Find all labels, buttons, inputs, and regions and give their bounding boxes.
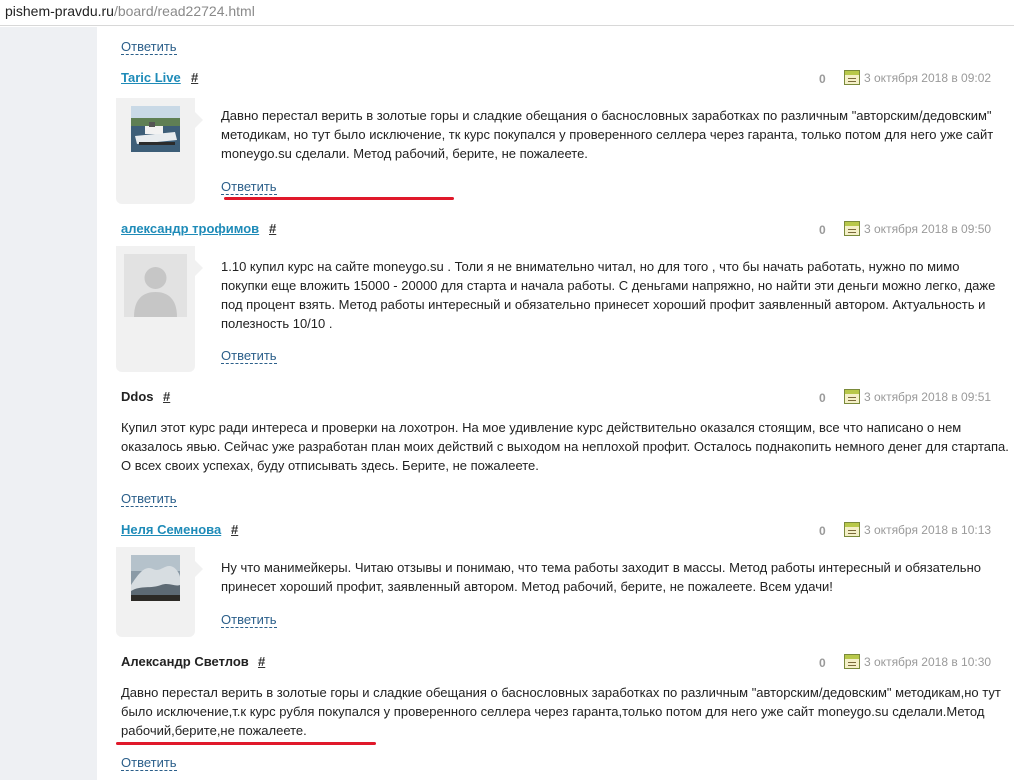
comment-permalink[interactable]: # [163, 389, 170, 404]
url-path: /board/read22724.html [113, 3, 255, 19]
comment-date: 3 октября 2018 в 09:50 [864, 222, 992, 236]
comment-author-link[interactable]: Неля Семенова [121, 522, 221, 537]
comment-text: 1.10 купил курс на сайте moneygo.su . То… [221, 259, 996, 331]
comment-header: Александр Светлов # 0 3 октября 2018 в 1… [121, 654, 1002, 674]
reply-link[interactable]: Ответить [221, 613, 277, 628]
comment-rating: 0 [819, 524, 826, 538]
reply-link[interactable]: Ответить [121, 756, 177, 771]
ship-photo-avatar[interactable] [131, 106, 180, 152]
red-annotation-underline [116, 742, 376, 745]
comment-author: Александр Светлов [121, 654, 249, 669]
red-annotation-underline [224, 197, 454, 200]
url-host: pishem-pravdu.ru [5, 3, 114, 19]
left-gutter [0, 27, 97, 780]
comment-author-link[interactable]: Taric Live [121, 70, 181, 85]
comment-header: Taric Live # 0 3 октября 2018 в 09:02 [121, 70, 1002, 90]
comment-author: Ddos [121, 389, 154, 404]
reply-link[interactable]: Ответить [121, 492, 177, 507]
comment-permalink[interactable]: # [258, 654, 265, 669]
comment-date: 3 октября 2018 в 09:02 [864, 71, 992, 85]
comment-text: Ну что манимейкеры. Читаю отзывы и поним… [221, 560, 981, 594]
comment-date: 3 октября 2018 в 10:13 [864, 523, 992, 537]
calendar-icon [844, 70, 860, 85]
reply-link[interactable]: Ответить [121, 40, 177, 55]
comment-author-link[interactable]: александр трофимов [121, 221, 259, 236]
comment-header: Неля Семенова # 0 3 октября 2018 в 10:13 [121, 522, 1002, 542]
avatar-box [116, 246, 203, 372]
comment-permalink[interactable]: # [231, 522, 238, 537]
comment-date: 3 октября 2018 в 09:51 [864, 390, 992, 404]
comment-text: Давно перестал верить в золотые горы и с… [121, 685, 1001, 738]
reply-link[interactable]: Ответить [221, 349, 277, 364]
reply-link[interactable]: Ответить [221, 180, 277, 195]
comment-permalink[interactable]: # [269, 221, 276, 236]
comment-rating: 0 [819, 391, 826, 405]
comment-permalink[interactable]: # [191, 70, 198, 85]
comment-header: александр трофимов # 0 3 октября 2018 в … [121, 221, 1002, 241]
comment-date: 3 октября 2018 в 10:30 [864, 655, 992, 669]
comment-text: Давно перестал верить в золотые горы и с… [221, 108, 994, 161]
comment-rating: 0 [819, 72, 826, 86]
comment-text: Купил этот курс ради интереса и проверки… [121, 420, 1009, 473]
comment-rating: 0 [819, 656, 826, 670]
address-bar[interactable]: pishem-pravdu.ru/board/read22724.html [0, 0, 1014, 26]
calendar-icon [844, 522, 860, 537]
avatar-box [116, 547, 203, 637]
comment-header: Ddos # 0 3 октября 2018 в 09:51 [121, 389, 1002, 409]
calendar-icon [844, 389, 860, 404]
default-user-avatar[interactable] [124, 254, 187, 317]
calendar-icon [844, 654, 860, 669]
calendar-icon [844, 221, 860, 236]
avatar-box [116, 98, 203, 204]
comment-rating: 0 [819, 223, 826, 237]
wave-photo-avatar[interactable] [131, 555, 180, 601]
